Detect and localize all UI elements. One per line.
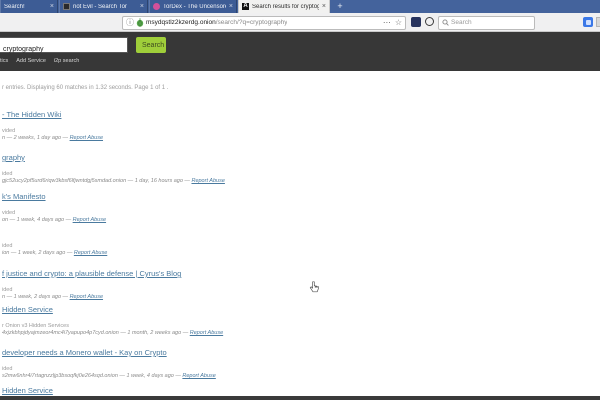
result-meta: s2mw6nhr4i7rtagnzzljp3bsoqfkj0e264sqd.on…: [2, 373, 216, 379]
result-title-link[interactable]: - The Hidden Wiki: [2, 110, 61, 119]
tab-ahmia-results-active[interactable]: A Search results for cryptography ×: [238, 0, 330, 13]
result-meta: n — 2 weeks, 1 day ago — Report Abuse: [2, 135, 103, 141]
result-url-age: 4xjzkbhpjdyajmzeor4mc4i7yapupo4p7cyd.oni…: [2, 330, 190, 336]
report-abuse-link[interactable]: Report Abuse: [70, 135, 103, 141]
result-meta: gjc52ucy2pf5urd6riqw3kbsf6lfjwntdgj5smda…: [2, 178, 225, 184]
result-meta: ion — 1 week, 2 days ago — Report Abuse: [2, 250, 107, 256]
ahmia-search-box[interactable]: [0, 37, 128, 53]
noscript-icon[interactable]: [411, 17, 421, 27]
mouse-cursor-hand-icon: [308, 281, 320, 294]
result-url-age: s2mw6nhr4i7rtagnzzljp3bsoqfkj0e264sqd.on…: [2, 373, 182, 379]
search-input[interactable]: [451, 19, 521, 26]
tordex-favicon-icon: [153, 3, 160, 10]
url-text: msydqstlz2kzerdg.onion/search/?q=cryptog…: [146, 19, 287, 26]
extension-icon[interactable]: [583, 17, 593, 27]
header-nav-links: tics Add Service i2p search: [0, 58, 79, 64]
tab-title: Search!: [4, 4, 47, 10]
tab-not-evil[interactable]: not Evil - Search Tor ×: [59, 0, 148, 13]
bookmark-star-icon[interactable]: ☆: [395, 18, 402, 27]
report-abuse-link[interactable]: Report Abuse: [70, 294, 103, 300]
result-description: vided: [2, 210, 15, 216]
navigation-toolbar: ⓘ msydqstlz2kzerdg.onion/search/?q=crypt…: [0, 13, 600, 32]
result-title-link[interactable]: f justice and crypto: a plausible defens…: [2, 269, 181, 278]
result-url-age: gjc52ucy2pf5urd6riqw3kbsf6lfjwntdgj5smda…: [2, 178, 191, 184]
result-title-link[interactable]: Hidden Service: [2, 386, 53, 395]
url-path: /search/?q=cryptography: [216, 19, 288, 26]
tor-onion-icon[interactable]: [136, 18, 144, 27]
clipped-toolbar-icon[interactable]: [596, 17, 600, 27]
close-tab-icon[interactable]: ×: [322, 3, 326, 10]
result-meta: n — 1 week, 2 days ago — Report Abuse: [2, 294, 103, 300]
tab-bar: Search! × not Evil - Search Tor × TorDex…: [0, 0, 600, 13]
tab-tordex[interactable]: TorDex - The Uncensored Tor ×: [149, 0, 237, 13]
nav-link-statistics[interactable]: tics: [0, 58, 8, 64]
result-title-link[interactable]: developer needs a Monero wallet - Kay on…: [2, 348, 167, 357]
result-title-link[interactable]: graphy: [2, 153, 25, 162]
ahmia-header: Search tics Add Service i2p search: [0, 32, 600, 71]
bottom-dark-strip: [0, 396, 600, 400]
report-abuse-link[interactable]: Report Abuse: [190, 330, 223, 336]
url-bar[interactable]: ⓘ msydqstlz2kzerdg.onion/search/?q=crypt…: [122, 16, 406, 30]
close-tab-icon[interactable]: ×: [229, 3, 233, 10]
tab-title: not Evil - Search Tor: [73, 4, 137, 10]
result-description: ided: [2, 366, 12, 372]
result-url-age: on — 1 week, 4 days ago —: [2, 217, 73, 223]
magnifier-icon: [442, 19, 449, 26]
report-abuse-link[interactable]: Report Abuse: [182, 373, 215, 379]
result-url-age: n — 1 week, 2 days ago —: [2, 294, 70, 300]
report-abuse-link[interactable]: Report Abuse: [74, 250, 107, 256]
tor-circuit-icon[interactable]: [425, 17, 434, 26]
report-abuse-link[interactable]: Report Abuse: [191, 178, 224, 184]
result-description: ided: [2, 287, 12, 293]
result-description: ided: [2, 171, 12, 177]
report-abuse-link[interactable]: Report Abuse: [73, 217, 106, 223]
site-info-icon[interactable]: ⓘ: [126, 17, 134, 28]
ahmia-favicon-icon: A: [242, 3, 249, 10]
not-evil-favicon-icon: [63, 3, 70, 10]
close-tab-icon[interactable]: ×: [50, 3, 54, 10]
new-tab-button[interactable]: +: [333, 0, 347, 13]
result-title-link[interactable]: Hidden Service: [2, 305, 53, 314]
result-description: ided: [2, 243, 12, 249]
tab-title: TorDex - The Uncensored Tor: [163, 4, 226, 10]
ahmia-search-button[interactable]: Search: [136, 37, 166, 53]
url-domain: msydqstlz2kzerdg.onion: [146, 19, 216, 26]
results-status-line: r entries. Displaying 60 matches in 1.32…: [2, 85, 168, 91]
result-description: r Onion v3 Hidden Services: [2, 323, 69, 329]
result-url-age: ion — 1 week, 2 days ago —: [2, 250, 74, 256]
nav-link-add-service[interactable]: Add Service: [16, 58, 46, 64]
browser-window: Search! × not Evil - Search Tor × TorDex…: [0, 0, 600, 400]
result-meta: 4xjzkbhpjdyajmzeor4mc4i7yapupo4p7cyd.oni…: [2, 330, 223, 336]
result-description: vided: [2, 128, 15, 134]
page-actions-icon[interactable]: ⋯: [383, 18, 391, 27]
nav-link-i2p-search[interactable]: i2p search: [54, 58, 79, 64]
result-url-age: n — 2 weeks, 1 day ago —: [2, 135, 70, 141]
toolbar-search-field[interactable]: [438, 16, 535, 30]
result-title-link[interactable]: k's Manifesto: [2, 192, 46, 201]
tab-title: Search results for cryptography: [252, 4, 319, 10]
close-tab-icon[interactable]: ×: [140, 3, 144, 10]
result-meta: on — 1 week, 4 days ago — Report Abuse: [2, 217, 106, 223]
ahmia-search-input[interactable]: [0, 43, 123, 57]
tab-search[interactable]: Search! ×: [0, 0, 58, 13]
